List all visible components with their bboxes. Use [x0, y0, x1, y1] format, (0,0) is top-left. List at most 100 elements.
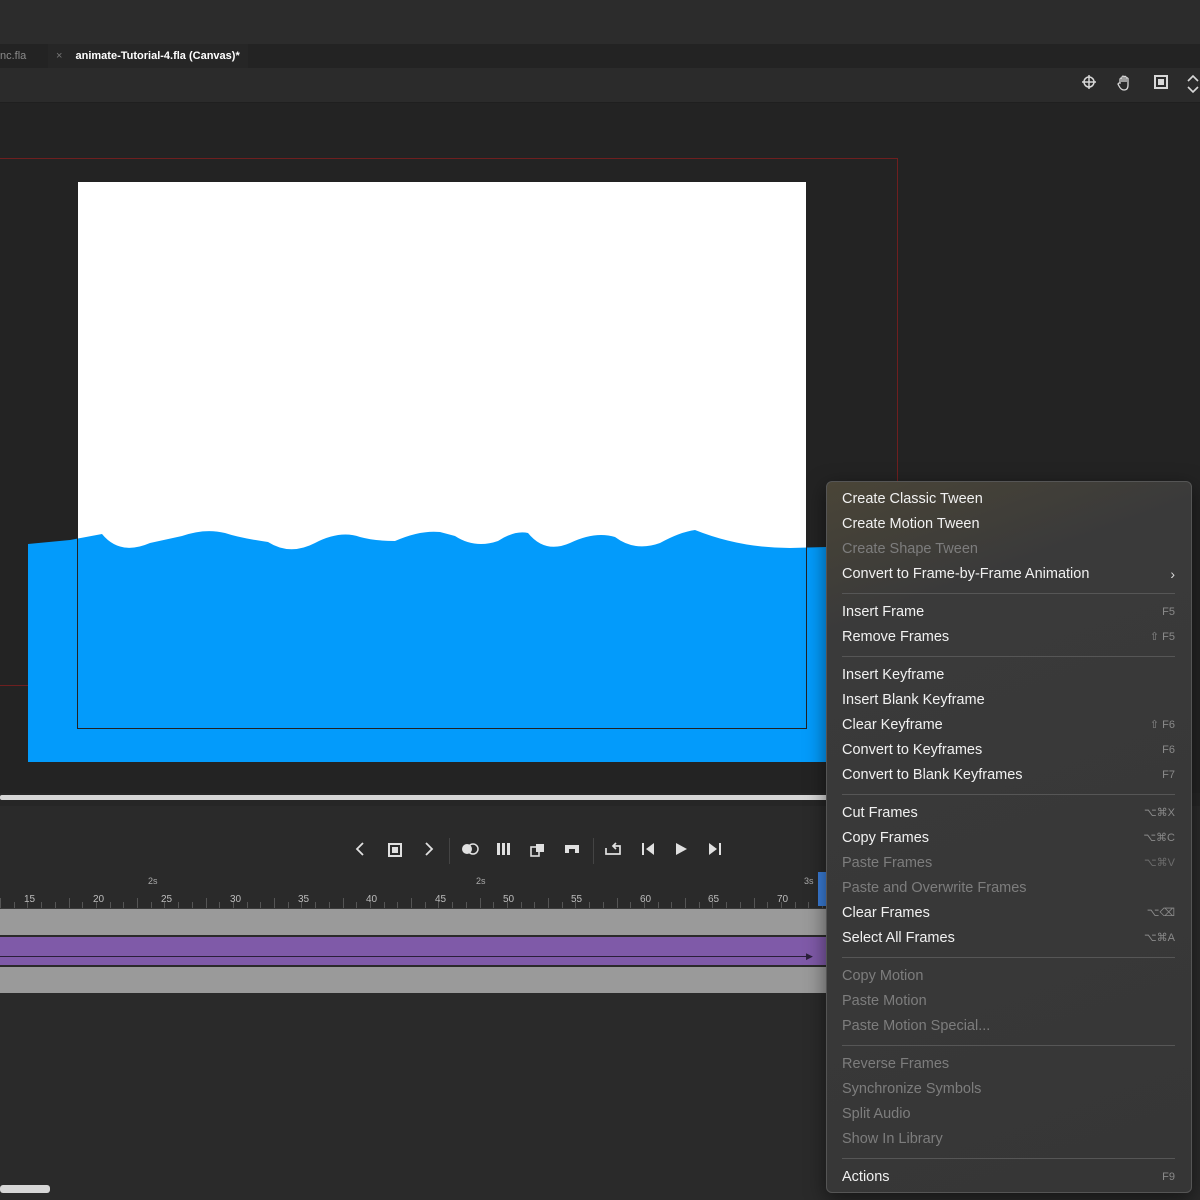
- menu-item-label: Create Shape Tween: [842, 541, 978, 557]
- frame-number: 35: [298, 894, 310, 905]
- menu-item-create-shape-tween: Create Shape Tween: [842, 538, 1175, 560]
- step-forward-icon[interactable]: [705, 842, 725, 862]
- timeline-layer-frames[interactable]: [0, 967, 826, 993]
- frame-number: 15: [24, 894, 36, 905]
- menu-item-create-motion-tween[interactable]: Create Motion Tween: [842, 513, 1175, 535]
- ruler-tick: [534, 902, 536, 908]
- menu-item-clear-keyframe[interactable]: Clear Keyframe ⇧ F6: [842, 714, 1175, 736]
- onion-skin-icon[interactable]: [460, 842, 480, 862]
- loop-range-icon[interactable]: [528, 842, 548, 862]
- ruler-tick: [739, 902, 741, 908]
- menu-item-actions[interactable]: Actions F9: [842, 1166, 1175, 1188]
- frame-number: 55: [571, 894, 583, 905]
- menu-item-shortcut: F5: [1162, 606, 1175, 618]
- ruler-tick: [68, 898, 70, 908]
- ruler-tick: [82, 902, 84, 908]
- menu-item-shortcut: ⇧ F5: [1149, 631, 1175, 643]
- menu-item-paste-motion: Paste Motion: [842, 990, 1175, 1012]
- menu-item-clear-frames[interactable]: Clear Frames ⌥⌫: [842, 902, 1175, 924]
- frame-number: 45: [435, 894, 447, 905]
- menu-item-insert-frame[interactable]: Insert Frame F5: [842, 601, 1175, 623]
- frame-clip-icon[interactable]: [1150, 74, 1172, 96]
- menu-item-label: Reverse Frames: [842, 1056, 950, 1072]
- play-icon[interactable]: [671, 842, 691, 862]
- playhead[interactable]: [818, 872, 826, 906]
- ruler-tick: [438, 902, 440, 908]
- menu-item-cut-frames[interactable]: Cut Frames ⌥⌘X: [842, 802, 1175, 824]
- menu-item-insert-blank-keyframe[interactable]: Insert Blank Keyframe: [842, 689, 1175, 711]
- loop-icon[interactable]: [603, 842, 623, 862]
- menu-item-synchronize-symbols: Synchronize Symbols: [842, 1078, 1175, 1100]
- timeline-horizontal-scrollbar[interactable]: [0, 1185, 50, 1193]
- menu-item-shortcut: ⌥⌫: [1146, 907, 1175, 919]
- ruler-tick: [726, 902, 728, 908]
- frame-number: 30: [230, 894, 242, 905]
- crosshair-icon[interactable]: [1078, 74, 1100, 96]
- ruler-tick: [342, 898, 344, 908]
- menu-item-create-classic-tween[interactable]: Create Classic Tween: [842, 488, 1175, 510]
- add-keyframe-icon[interactable]: [385, 842, 405, 862]
- frame-number: 40: [366, 894, 378, 905]
- menu-separator: [842, 957, 1175, 958]
- menu-separator: [842, 593, 1175, 594]
- ruler-tick: [780, 902, 782, 908]
- timeline-layer-tween[interactable]: ▶: [0, 937, 826, 965]
- ruler-tick: [232, 902, 234, 908]
- control-separator: [449, 838, 450, 864]
- seconds-marker: 3s: [804, 876, 814, 886]
- frame-number: 65: [708, 894, 720, 905]
- menu-item-convert-to-frame-by-frame-animation[interactable]: Convert to Frame-by-Frame Animation ›: [842, 563, 1175, 585]
- ruler-tick: [767, 902, 769, 908]
- ruler-tick: [643, 902, 645, 908]
- edit-multiple-frames-icon[interactable]: [494, 842, 514, 862]
- menu-separator: [842, 1045, 1175, 1046]
- menu-item-label: Create Motion Tween: [842, 516, 980, 532]
- menu-item-shortcut: ⇧ F6: [1149, 719, 1175, 731]
- menu-item-select-all-frames[interactable]: Select All Frames ⌥⌘A: [842, 927, 1175, 949]
- ruler-tick: [452, 902, 454, 908]
- stage-outline: [77, 181, 807, 729]
- ruler-tick: [13, 902, 15, 908]
- frames-context-menu: Create Classic Tween Create Motion Tween C…: [826, 481, 1192, 1193]
- prev-keyframe-icon[interactable]: [350, 842, 370, 862]
- ruler-tick: [123, 902, 125, 908]
- seconds-marker: 2s: [148, 876, 158, 886]
- ruler-tick: [616, 898, 618, 908]
- ruler-tick: [424, 902, 426, 908]
- ruler-tick: [548, 898, 549, 908]
- center-frame-icon[interactable]: [562, 842, 582, 862]
- ruler-tick: [575, 902, 577, 908]
- menu-item-label: Split Audio: [842, 1106, 911, 1122]
- menu-separator: [842, 1158, 1175, 1159]
- menu-item-label: Insert Frame: [842, 604, 925, 620]
- menu-item-reverse-frames: Reverse Frames: [842, 1053, 1175, 1075]
- ruler-tick: [493, 902, 495, 908]
- tween-arrow-icon: ▶: [806, 951, 813, 961]
- frame-number: 70: [777, 894, 789, 905]
- menu-item-label: Cut Frames: [842, 805, 918, 821]
- ruler-tick: [383, 902, 385, 908]
- menu-item-convert-to-blank-keyframes[interactable]: Convert to Blank Keyframes F7: [842, 764, 1175, 786]
- menu-item-shortcut: ⌥⌘A: [1143, 932, 1175, 944]
- ruler-tick: [287, 902, 289, 908]
- menu-item-insert-keyframe[interactable]: Insert Keyframe: [842, 664, 1175, 686]
- hand-icon[interactable]: [1114, 74, 1136, 96]
- menu-item-show-in-library: Show In Library: [842, 1128, 1175, 1150]
- ruler-tick: [95, 902, 97, 908]
- frame-number: 50: [503, 894, 515, 905]
- timeline-layer-frames[interactable]: [0, 909, 826, 935]
- menu-item-label: Paste Motion Special...: [842, 1018, 991, 1034]
- menu-item-convert-to-keyframes[interactable]: Convert to Keyframes F6: [842, 739, 1175, 761]
- step-back-icon[interactable]: [638, 842, 658, 862]
- menu-item-shortcut: ⌥⌘C: [1143, 832, 1175, 844]
- stage-horizontal-scrollbar[interactable]: [0, 795, 830, 800]
- next-keyframe-icon[interactable]: [419, 842, 439, 862]
- frame-number: 60: [640, 894, 652, 905]
- ruler-tick: [465, 902, 467, 908]
- timeline-ruler[interactable]: 2s 2s 3s 15 20 25 30 35 40 45 50 55 60 6…: [0, 872, 830, 909]
- ruler-tick: [671, 902, 673, 908]
- expand-icon[interactable]: [1182, 74, 1200, 96]
- menu-item-remove-frames[interactable]: Remove Frames ⇧ F5: [842, 626, 1175, 648]
- menu-item-copy-frames[interactable]: Copy Frames ⌥⌘C: [842, 827, 1175, 849]
- menu-item-shortcut: F9: [1162, 1171, 1175, 1183]
